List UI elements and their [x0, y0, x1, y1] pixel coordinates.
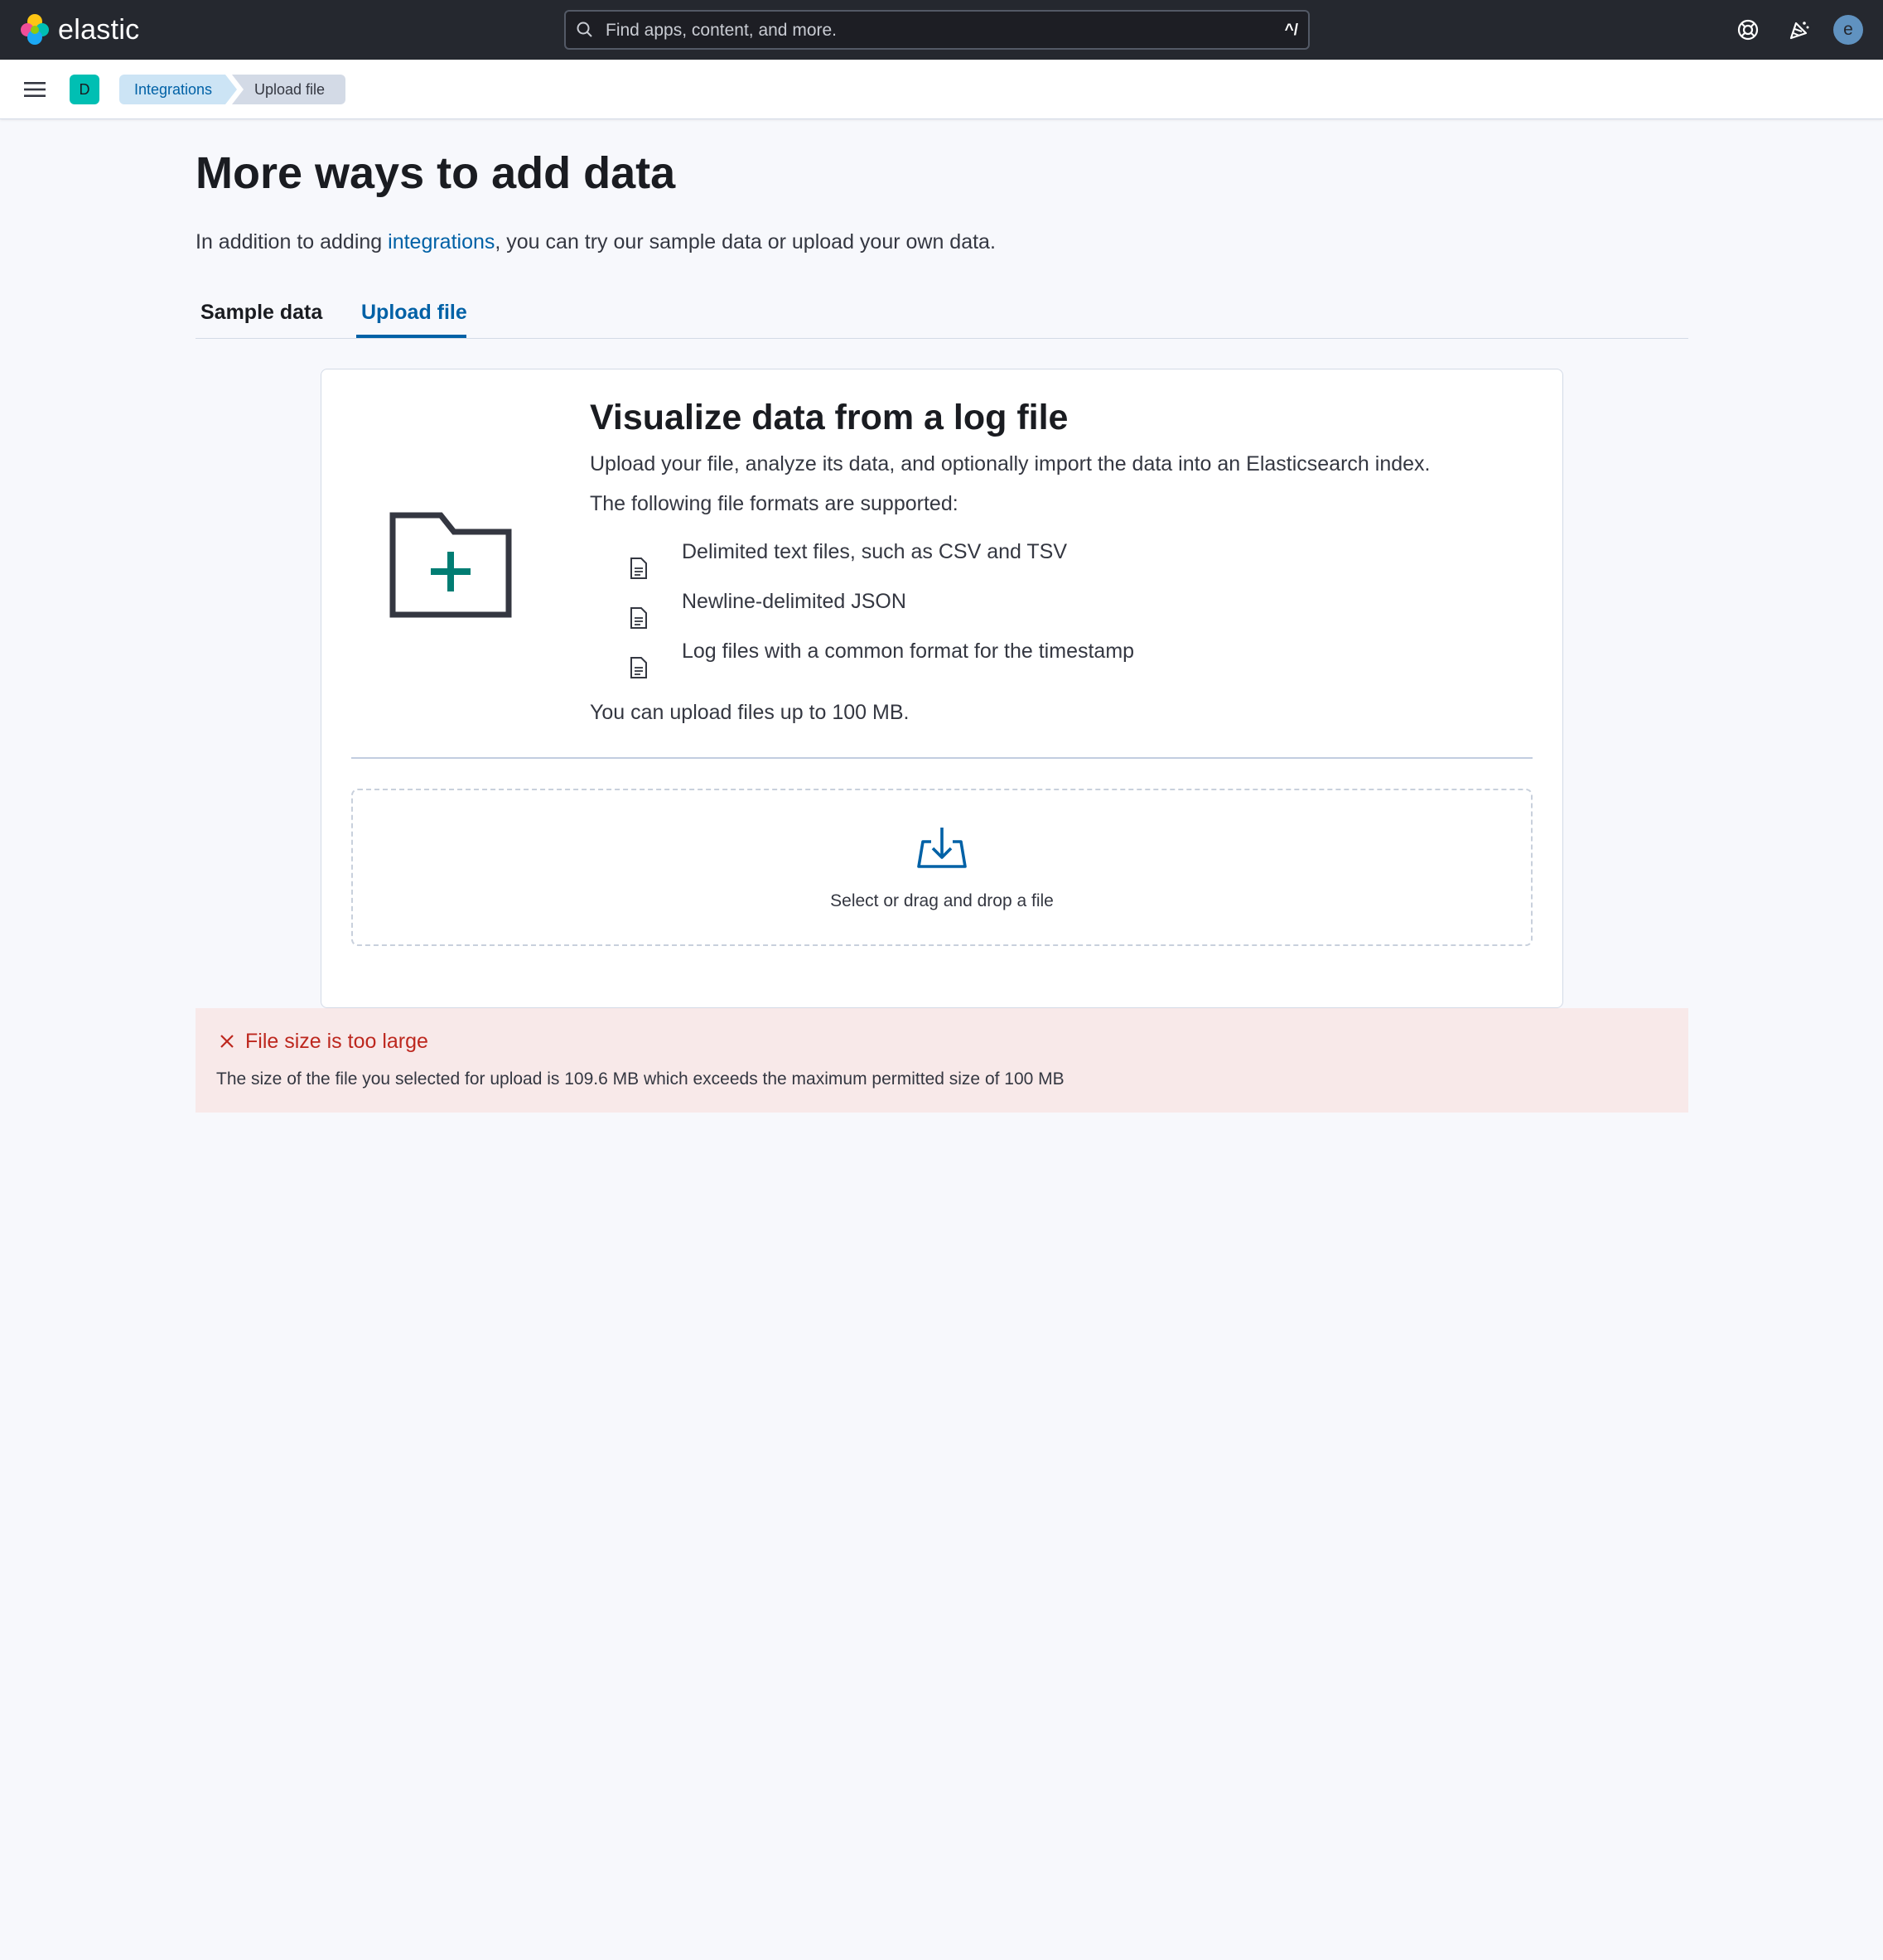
top-header: elastic Find apps, content, and more. ^/…	[0, 0, 1883, 60]
elastic-logo[interactable]: elastic	[18, 13, 139, 46]
format-item: Delimited text files, such as CSV and TS…	[682, 540, 1068, 563]
elastic-logo-icon	[21, 14, 49, 45]
panel-description: Upload your file, analyze its data, and …	[590, 452, 1431, 476]
upload-limit-text: You can upload files up to 100 MB.	[590, 701, 910, 724]
search-shortcut-hint: ^/	[1284, 22, 1298, 39]
breadcrumb-bar: D Integrations Upload file	[0, 60, 1883, 119]
data-tabs: Sample data Upload file	[196, 294, 1688, 339]
panel-divider	[351, 757, 1533, 759]
brand-name: elastic	[58, 13, 140, 46]
intro-text-before: In addition to adding	[196, 230, 389, 253]
document-icon	[630, 607, 647, 629]
error-message: The size of the file you selected for up…	[216, 1069, 1065, 1089]
tab-upload-file[interactable]: Upload file	[361, 301, 467, 325]
global-search-input[interactable]: Find apps, content, and more. ^/	[564, 10, 1310, 50]
panel-title: Visualize data from a log file	[590, 398, 1069, 437]
file-dropzone[interactable]: Select or drag and drop a file	[351, 789, 1533, 946]
user-avatar[interactable]: e	[1833, 15, 1863, 45]
search-icon	[577, 22, 592, 37]
tab-sample-data[interactable]: Sample data	[200, 301, 322, 325]
page-intro: In addition to adding integrations, you …	[196, 230, 996, 254]
breadcrumb-integrations[interactable]: Integrations	[119, 75, 237, 104]
integrations-link[interactable]: integrations	[388, 230, 495, 253]
page-title: More ways to add data	[196, 148, 676, 198]
error-title: File size is too large	[245, 1030, 428, 1053]
error-callout: File size is too large The size of the f…	[196, 1008, 1688, 1113]
error-cross-icon	[220, 1035, 234, 1048]
upload-panel: Visualize data from a log file Upload yo…	[321, 369, 1563, 1008]
format-item: Newline-delimited JSON	[682, 590, 906, 613]
newsfeed-icon[interactable]	[1784, 15, 1813, 45]
help-icon[interactable]	[1733, 15, 1763, 45]
formats-label: The following file formats are supported…	[590, 492, 958, 515]
selected-tab-indicator	[356, 335, 466, 338]
dropzone-label: Select or drag and drop a file	[830, 891, 1054, 910]
menu-icon[interactable]	[22, 79, 47, 100]
space-avatar[interactable]: D	[70, 75, 99, 104]
intro-text-after: , you can try our sample data or upload …	[495, 230, 996, 253]
folder-add-icon	[389, 512, 512, 618]
search-placeholder: Find apps, content, and more.	[606, 21, 837, 40]
format-item: Log files with a common format for the t…	[682, 640, 1135, 663]
import-icon	[917, 828, 967, 868]
document-icon	[630, 657, 647, 678]
breadcrumb-upload-file: Upload file	[232, 75, 345, 104]
document-icon	[630, 558, 647, 579]
